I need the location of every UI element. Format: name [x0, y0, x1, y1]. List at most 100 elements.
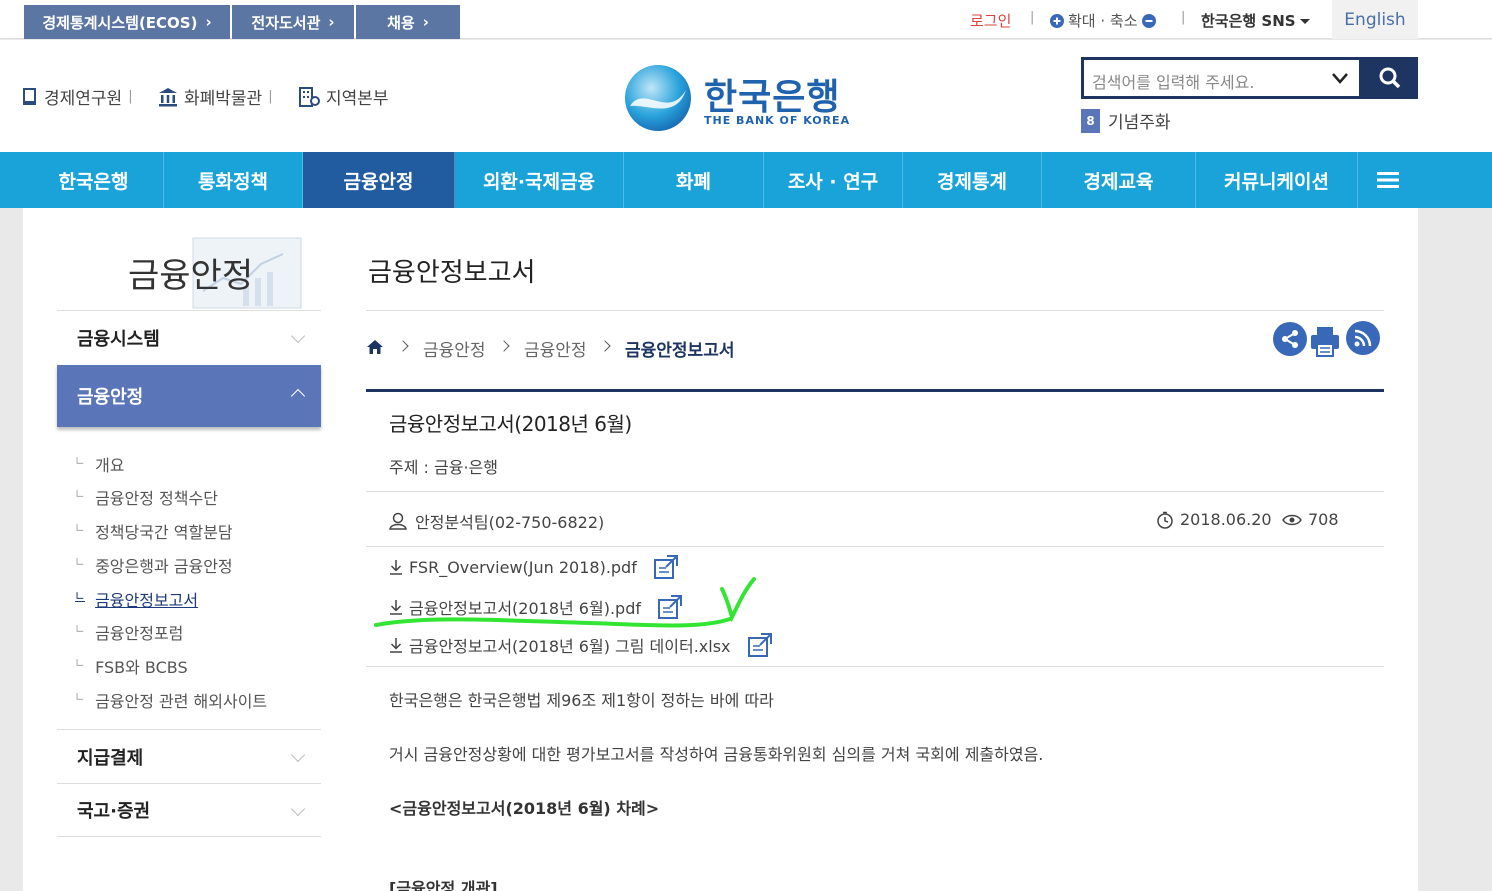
lnb-sub-roles[interactable]: ∟ 정책당국간 역할분담: [75, 519, 233, 543]
logo-subtext: THE BANK OF KOREA: [704, 114, 851, 127]
util-tab-label: 전자도서관: [251, 13, 321, 32]
download-icon[interactable]: [389, 637, 403, 653]
file-preview-icon[interactable]: [747, 632, 773, 658]
search-button[interactable]: [1362, 57, 1418, 99]
zoom-out-icon[interactable]: [1141, 13, 1156, 28]
share-button[interactable]: [1273, 322, 1307, 356]
divider: [366, 546, 1384, 547]
nav-statistics[interactable]: 경제통계: [903, 152, 1042, 208]
chevron-down-icon: [290, 747, 306, 763]
zoom-control[interactable]: 확대 · 축소: [1050, 10, 1156, 31]
util-tab-library[interactable]: 전자도서관 ›: [232, 5, 354, 39]
lnb-menu-financial-stability[interactable]: 금융안정: [57, 365, 321, 427]
body-paragraph: 한국은행은 한국은행법 제96조 제1항이 정하는 바에 따라: [389, 691, 774, 710]
breadcrumb-item[interactable]: 금융안정: [423, 336, 486, 361]
download-icon[interactable]: [389, 559, 403, 575]
home-icon[interactable]: [366, 339, 384, 355]
util-tab-label: 채용: [387, 13, 415, 32]
file-link[interactable]: FSR_Overview(Jun 2018).pdf: [409, 558, 637, 577]
lnb-sub-overview[interactable]: ∟ 개요: [75, 452, 125, 476]
article-title: 금융안정보고서(2018년 6월): [389, 412, 632, 436]
main-nav: 한국은행 통화정책 금융안정 외환·국제금융 화폐 조사 · 연구 경제통계 경…: [0, 152, 1492, 208]
section-heading: [금융안정 개관]: [389, 879, 498, 891]
chevron-right-icon: [599, 340, 611, 352]
content-area: 금융안정 금융시스템 금융안정 ∟ 개요 ∟ 금융안정 정책수단 ∟ 정책당국간 역할…: [23, 208, 1418, 891]
toc-heading: <금융안정보고서(2018년 6월) 차례>: [389, 799, 660, 818]
header-link-museum[interactable]: 화폐박물관 |: [158, 84, 273, 109]
chevron-right-icon: ›: [422, 13, 429, 31]
lnb-sub-overseas[interactable]: ∟ 금융안정 관련 해외사이트: [75, 688, 267, 712]
util-tab-ecos[interactable]: 경제통계시스템(ECOS) ›: [24, 5, 230, 39]
lnb-sub-report[interactable]: ∟ 금융안정보고서: [75, 587, 198, 611]
divider: [366, 491, 1384, 492]
body-paragraph: 거시 금융안정상황에 대한 평가보고서를 작성하여 금융통화위원회 심의를 거쳐…: [389, 745, 1044, 764]
author-label: 안정분석팀(02-750-6822): [415, 513, 605, 532]
divider: [366, 310, 1384, 311]
nav-currency[interactable]: 화폐: [624, 152, 764, 208]
book-icon: [23, 87, 36, 105]
header-link-institute[interactable]: 경제연구원 |: [22, 84, 133, 109]
utility-bar: 경제통계시스템(ECOS) › 전자도서관 › 채용 › 로그인 | 확대 · 축소 …: [0, 0, 1492, 39]
divider: |: [1181, 10, 1186, 25]
lnb-sub-central-bank[interactable]: ∟ 중앙은행과 금융안정: [75, 553, 233, 577]
nav-research[interactable]: 조사 · 연구: [764, 152, 903, 208]
nav-financial-stability[interactable]: 금융안정: [303, 152, 455, 208]
article-views: 708: [1282, 510, 1339, 529]
search-input[interactable]: 검색어를 입력해 주세요.: [1092, 69, 1254, 93]
divider: |: [1030, 10, 1035, 25]
article-subject: 주제 : 금융·은행: [389, 458, 498, 477]
divider: [366, 666, 1384, 667]
chevron-right-icon: [397, 340, 409, 352]
zoom-label: 확대 · 축소: [1068, 12, 1138, 30]
coin-link[interactable]: 8 기념주화: [1081, 108, 1171, 133]
caret-down-icon: [1299, 18, 1310, 24]
nav-education[interactable]: 경제교육: [1042, 152, 1196, 208]
logo-text: 한국은행: [704, 77, 841, 118]
nav-monetary[interactable]: 통화정책: [164, 152, 303, 208]
annotation-underline-check: [374, 577, 756, 628]
bank-logo[interactable]: 한국은행 THE BANK OF KOREA: [624, 64, 854, 134]
lnb-sub-fsb[interactable]: ∟ FSB와 BCBS: [75, 654, 188, 678]
lnb-menu-financial-system[interactable]: 금융시스템: [57, 310, 321, 364]
nav-bok[interactable]: 한국은행: [24, 152, 164, 208]
hamburger-icon: [1377, 172, 1399, 188]
login-link[interactable]: 로그인: [970, 10, 1011, 31]
logo-emblem-icon: [625, 65, 691, 131]
nav-fx[interactable]: 외환·국제금융: [455, 152, 624, 208]
share-icon: [1282, 330, 1298, 348]
header-link-regional[interactable]: 지역본부: [298, 84, 389, 109]
chevron-right-icon: [498, 340, 510, 352]
rss-icon: [1354, 329, 1372, 347]
chevron-up-icon: [290, 388, 306, 404]
print-button[interactable]: [1308, 324, 1342, 358]
date-label: 2018.06.20: [1180, 510, 1272, 529]
chevron-down-icon: [290, 328, 306, 344]
clock-icon: [1157, 511, 1173, 529]
search-box: 검색어를 입력해 주세요.: [1081, 57, 1362, 99]
breadcrumb-item[interactable]: 금융안정: [524, 336, 587, 361]
chevron-right-icon: ›: [205, 13, 212, 31]
building-icon: [299, 86, 320, 107]
printer-icon: [1311, 327, 1339, 357]
nav-communication[interactable]: 커뮤니케이션: [1196, 152, 1358, 208]
sns-dropdown[interactable]: 한국은행 SNS: [1201, 10, 1310, 31]
chevron-down-icon[interactable]: [1332, 73, 1348, 84]
lnb-title: 금융안정: [128, 256, 254, 296]
zoom-in-icon[interactable]: [1050, 13, 1064, 28]
file-link[interactable]: 금융안정보고서(2018년 6월) 그림 데이터.xlsx: [409, 633, 731, 657]
article-date: 2018.06.20: [1156, 510, 1272, 529]
english-button[interactable]: English: [1332, 0, 1418, 39]
person-icon: [389, 512, 407, 530]
util-tab-recruit[interactable]: 채용 ›: [356, 5, 460, 39]
lnb-menu-payment[interactable]: 지급결제: [57, 729, 321, 783]
lnb-sub-forum[interactable]: ∟ 금융안정포럼: [75, 620, 183, 644]
file-row: 금융안정보고서(2018년 6월) 그림 데이터.xlsx: [389, 632, 773, 658]
coin-badge: 8: [1081, 108, 1100, 133]
eye-icon: [1282, 514, 1302, 525]
lnb-menu-treasury[interactable]: 국고·증권: [57, 783, 321, 837]
all-menu-button[interactable]: [1358, 152, 1418, 208]
lnb-sub-policy-tools[interactable]: ∟ 금융안정 정책수단: [75, 485, 218, 509]
page-title: 금융안정보고서: [368, 258, 536, 288]
chevron-down-icon: [290, 801, 306, 817]
rss-button[interactable]: [1346, 321, 1380, 355]
